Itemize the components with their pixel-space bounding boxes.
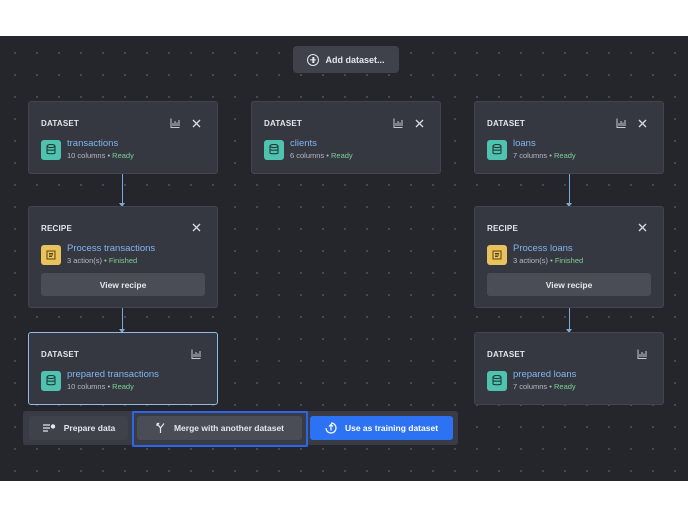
status-text: Ready (112, 382, 134, 391)
card-type-label: RECIPE (41, 224, 72, 233)
status-text: Ready (112, 151, 134, 160)
flow-connector (119, 308, 125, 333)
recipe-name-link[interactable]: Process loans (513, 243, 583, 255)
prepare-icon (42, 423, 55, 432)
close-icon[interactable] (415, 119, 424, 128)
chart-icon[interactable] (616, 118, 626, 128)
merge-dataset-label: Merge with another dataset (173, 423, 285, 433)
close-icon[interactable] (192, 119, 201, 128)
dataset-meta: 10 columns • Ready (67, 382, 134, 391)
close-icon[interactable] (638, 119, 647, 128)
add-dataset-label: Add dataset... (325, 54, 385, 65)
recipe-icon (487, 244, 507, 265)
dataset-card-prepared-loans[interactable]: DATASET prepared loans 7 columns • Ready (474, 332, 664, 405)
dataset-name-link[interactable]: transactions (67, 138, 134, 150)
flow-connector (566, 174, 572, 207)
chart-icon[interactable] (637, 349, 647, 359)
recipe-meta: 3 action(s) • Finished (67, 256, 138, 265)
dataset-meta: 7 columns • Ready (513, 382, 576, 391)
dataset-action-bar: Prepare data Merge with another dataset … (23, 411, 458, 445)
card-type-label: DATASET (264, 119, 302, 128)
use-as-training-button[interactable]: Use as training dataset (310, 416, 453, 440)
status-text: Finished (108, 256, 138, 265)
dataset-name-link[interactable]: prepared loans (513, 369, 576, 381)
chart-icon[interactable] (170, 118, 180, 128)
add-dataset-button[interactable]: Add dataset... (293, 46, 399, 73)
flow-connector (119, 174, 125, 207)
use-as-training-label: Use as training dataset (344, 423, 439, 433)
status-text: Ready (553, 151, 576, 160)
dataset-name-link[interactable]: loans (513, 138, 576, 150)
recipe-card-loans[interactable]: RECIPE Process loans 3 action(s) • Finis… (474, 206, 664, 308)
flow-canvas[interactable]: Add dataset... DATASET transactions 10 c… (0, 36, 688, 481)
dataset-card-loans[interactable]: DATASET loans 7 columns • Ready (474, 101, 664, 174)
chart-icon[interactable] (393, 118, 403, 128)
recipe-name-link[interactable]: Process transactions (67, 243, 155, 255)
database-icon (41, 139, 61, 160)
card-type-label: DATASET (487, 350, 525, 359)
status-text: Ready (330, 151, 353, 160)
prepare-data-label: Prepare data (63, 423, 116, 433)
chart-icon[interactable] (191, 349, 201, 359)
close-icon[interactable] (638, 223, 647, 232)
card-type-label: DATASET (41, 350, 79, 359)
dataset-name-link[interactable]: clients (290, 138, 353, 150)
dataset-card-clients[interactable]: DATASET clients 6 columns • Ready (251, 101, 441, 174)
dataset-meta: 10 columns • Ready (67, 151, 134, 160)
dataset-meta: 7 columns • Ready (513, 151, 576, 160)
database-icon (264, 139, 284, 160)
dataset-card-prepared-transactions[interactable]: DATASET prepared transactions 10 columns… (28, 332, 218, 405)
prepare-data-button[interactable]: Prepare data (29, 416, 128, 440)
plus-circle-icon (307, 53, 320, 66)
view-recipe-button[interactable]: View recipe (487, 273, 651, 296)
card-type-label: DATASET (41, 119, 79, 128)
flow-connector (566, 308, 572, 333)
view-recipe-button[interactable]: View recipe (41, 273, 205, 296)
card-type-label: RECIPE (487, 224, 518, 233)
dataset-card-transactions[interactable]: DATASET transactions 10 columns • Ready (28, 101, 218, 174)
recipe-card-transactions[interactable]: RECIPE Process transactions 3 action(s) … (28, 206, 218, 308)
status-text: Ready (553, 382, 576, 391)
database-icon (41, 370, 61, 391)
dataset-meta: 6 columns • Ready (290, 151, 353, 160)
train-icon (325, 422, 337, 434)
recipe-icon (41, 244, 61, 265)
dataset-name-link[interactable]: prepared transactions (67, 369, 159, 381)
status-text: Finished (554, 256, 584, 265)
merge-icon (156, 422, 165, 433)
recipe-meta: 3 action(s) • Finished (513, 256, 584, 265)
database-icon (487, 370, 507, 391)
merge-dataset-button[interactable]: Merge with another dataset (137, 416, 302, 440)
card-type-label: DATASET (487, 119, 525, 128)
close-icon[interactable] (192, 223, 201, 232)
database-icon (487, 139, 507, 160)
